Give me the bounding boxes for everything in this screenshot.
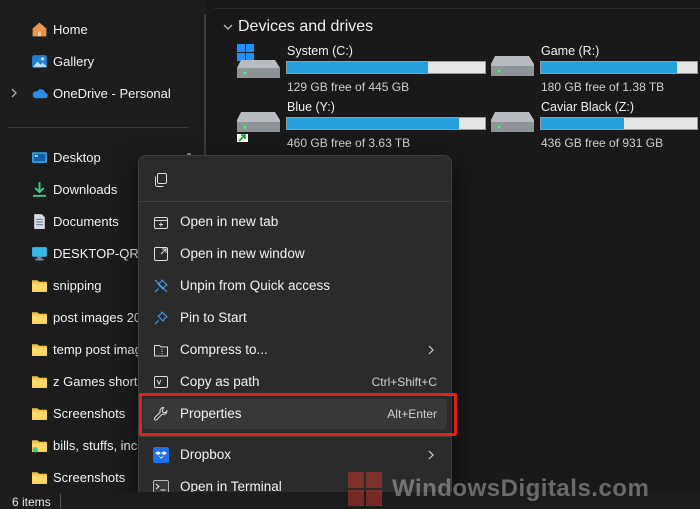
drive-tile[interactable]: Caviar Black (Z:) 436 GB free of 931 GB [491,100,698,152]
drive-name: Game (R:) [541,44,600,58]
watermark: WindowsDigitals.com [348,472,649,506]
sidebar-divider [8,127,188,128]
menu-item-compress-to[interactable]: Compress to... [143,335,447,365]
menu-item-open-new-tab[interactable]: Open in new tab [143,207,447,237]
section-title: Devices and drives [238,18,374,35]
drive-usage-fill [287,62,428,73]
folder-icon [32,280,47,292]
watermark-text: WindowsDigitals.com [392,475,650,502]
sidebar-item-label: post images 202 [53,310,149,325]
drive-tile[interactable]: Blue (Y:) 460 GB free of 3.63 TB [237,100,486,152]
folder-icon [32,440,47,453]
drive-free-space: 129 GB free of 445 GB [287,80,410,94]
sidebar-item-label: Screenshots [53,406,126,421]
sidebar-item-label: z Games shortcu [53,374,152,389]
menu-item-label: Compress to... [180,342,268,357]
chevron-right-icon [428,345,434,355]
menu-item-open-new-window[interactable]: Open in new window [143,239,447,269]
download-icon [33,182,46,197]
shortcut-hint: Ctrl+Shift+C [371,375,437,389]
hard-drive-icon [491,56,534,76]
sidebar-item-label: OneDrive - Personal [53,86,171,101]
sidebar-item-label: Home [53,22,88,37]
unpin-icon [154,279,168,293]
menu-item-unpin-quick-access[interactable]: Unpin from Quick access [143,271,447,301]
desktop-folder-icon [32,152,47,163]
sidebar-item-onedrive[interactable]: OneDrive - Personal [0,79,200,107]
menu-separator [139,201,451,202]
drive-name: System (C:) [287,44,353,58]
home-icon [32,22,47,37]
new-window-icon [154,247,168,261]
menu-item-dropbox[interactable]: Dropbox [143,440,447,470]
drive-free-space: 436 GB free of 931 GB [541,136,664,150]
highlight-box [139,393,457,436]
sidebar-item-label: bills, stuffs, inco [53,438,145,453]
sidebar-item-label: Screenshots [53,470,126,485]
drive-usage-fill [541,118,624,129]
folder-icon [32,312,47,324]
dropbox-icon [153,447,169,463]
menu-item-label: Copy as path [180,374,260,389]
gallery-icon [32,55,47,68]
drive-name: Blue (Y:) [287,100,335,114]
pin-icon [154,311,168,325]
copy-path-icon [154,376,168,388]
drive-usage-bar [540,117,698,130]
chevron-right-icon [428,450,434,460]
folder-icon [32,376,47,388]
onedrive-icon [32,89,48,99]
menu-item-label: Unpin from Quick access [180,278,331,293]
windows-logo-icon [348,472,382,506]
new-tab-icon [154,217,168,229]
drive-usage-fill [287,118,460,129]
copy-icon[interactable] [153,172,169,188]
drive-tile[interactable]: System (C:) 129 GB free of 445 GB [237,44,486,96]
sidebar-item-label: snipping [53,278,102,293]
sidebar-item-label: Downloads [53,182,118,197]
chevron-right-icon[interactable] [9,86,19,100]
sidebar-item-label: temp post imag [53,342,142,357]
drive-tile[interactable]: Game (R:) 180 GB free of 1.38 TB [491,44,698,96]
context-menu: Open in new tab Open in new window Unpin… [138,155,452,509]
menu-item-label: Open in new tab [180,214,279,229]
drive-name: Caviar Black (Z:) [541,100,635,114]
menu-item-label: Pin to Start [180,310,247,325]
folder-icon [32,344,47,356]
item-count: 6 items [12,495,51,509]
drive-usage-bar [286,117,486,130]
sidebar-item-label: Desktop [53,150,101,165]
drive-free-space: 460 GB free of 3.63 TB [287,136,411,150]
sidebar-item-gallery[interactable]: Gallery [0,47,200,75]
computer-icon [32,247,47,261]
drive-usage-bar [540,61,698,74]
devices-section-header[interactable]: Devices and drives [222,17,373,37]
menu-separator [139,436,451,437]
sidebar-item-label: Gallery [53,54,95,69]
compress-icon [154,345,168,357]
drive-usage-bar [286,61,486,74]
folder-icon [32,472,47,484]
system-drive-icon [237,44,280,78]
drive-free-space: 180 GB free of 1.38 TB [541,80,665,94]
menu-item-label: Open in new window [180,246,305,261]
header-divider [214,8,700,9]
documents-icon [34,214,45,229]
sidebar-item-home[interactable]: Home [0,15,200,43]
hard-drive-icon [491,112,534,132]
menu-item-label: Dropbox [180,447,232,462]
hard-drive-icon [237,112,280,142]
menu-item-pin-to-start[interactable]: Pin to Start [143,303,447,333]
folder-icon [32,408,47,420]
drive-usage-fill [541,62,677,73]
chevron-down-icon[interactable] [222,21,234,33]
status-separator [60,494,61,508]
sidebar-item-label: Documents [53,214,119,229]
